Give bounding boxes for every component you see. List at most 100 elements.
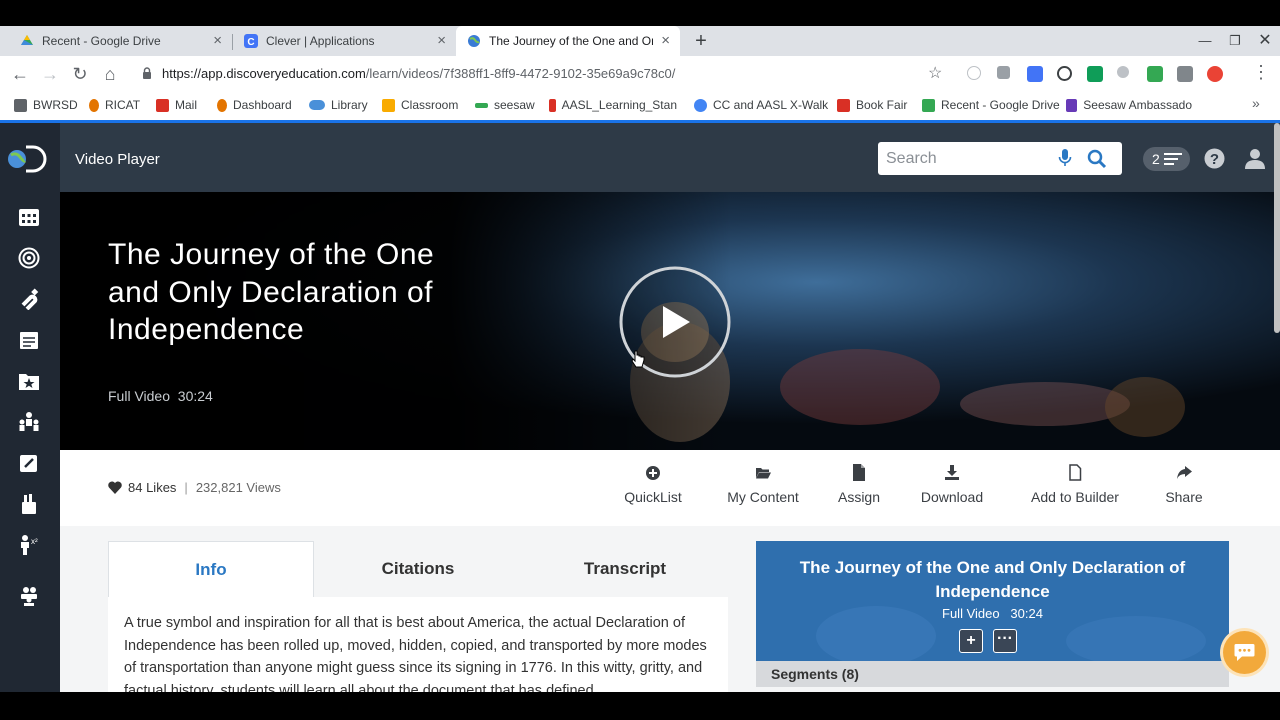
add-to-builder-button[interactable]: Add to Builder: [1020, 464, 1130, 505]
classroom-icon: [382, 98, 395, 112]
calendar-grid-icon[interactable]: [18, 206, 40, 228]
bookmark-dashboard[interactable]: Dashboard: [217, 97, 292, 113]
scholastic-icon: [837, 98, 850, 112]
close-tab-icon[interactable]: ×: [437, 32, 446, 49]
browser-tab-video[interactable]: The Journey of the One and Only ×: [456, 26, 680, 56]
forward-button[interactable]: →: [38, 62, 62, 86]
teacher-icon[interactable]: x²: [18, 534, 40, 556]
new-tab-button[interactable]: +: [692, 26, 710, 56]
video-duration: 30:24: [177, 388, 213, 404]
bookmark-label: Mail: [175, 98, 198, 112]
edit-square-icon[interactable]: [18, 452, 40, 474]
extension-puzzle-icon[interactable]: [1207, 66, 1223, 82]
extension-power-icon[interactable]: [1057, 66, 1072, 81]
my-list-button[interactable]: 2: [1143, 147, 1190, 171]
aasl-icon: [549, 98, 556, 112]
microphone-icon[interactable]: [1058, 149, 1072, 167]
google-icon: [694, 98, 707, 112]
page-title: Video Player: [75, 151, 160, 168]
action-label: Assign: [837, 489, 881, 505]
reload-button[interactable]: ↻: [68, 62, 92, 86]
close-tab-icon[interactable]: ×: [661, 32, 670, 49]
content-tabs: Info Citations Transcript: [108, 541, 728, 597]
card-title: The Journey of the One and Only Declarat…: [799, 558, 1186, 601]
bookmark-bwrsd[interactable]: BWRSD: [14, 97, 78, 113]
card-more-button[interactable]: ···: [993, 629, 1017, 653]
bookmark-label: AASL_Learning_Stan: [561, 98, 677, 112]
video-description: A true symbol and inspiration for all th…: [124, 615, 707, 692]
mouse-cursor-icon: [631, 350, 645, 368]
broadcast-icon[interactable]: [18, 247, 40, 269]
supplies-icon[interactable]: [18, 493, 40, 515]
bookmark-seesaw[interactable]: seesaw: [475, 97, 535, 113]
close-window-button[interactable]: ✕: [1250, 26, 1280, 56]
views-count: 232,821 Views: [195, 480, 281, 495]
gmail-icon: [156, 98, 169, 112]
svg-text:C: C: [247, 37, 254, 48]
bookmark-book-fair[interactable]: Book Fair: [837, 97, 907, 113]
bookmark-classroom[interactable]: Classroom: [382, 97, 458, 113]
extension-sheets-icon[interactable]: [1087, 66, 1103, 82]
close-tab-icon[interactable]: ×: [213, 32, 222, 49]
heart-icon[interactable]: [108, 481, 122, 494]
user-profile-icon[interactable]: [1244, 148, 1266, 170]
quicklist-button[interactable]: QuickList: [613, 464, 693, 505]
download-icon: [945, 465, 959, 480]
extension-circle-icon[interactable]: [1117, 66, 1129, 78]
folder-icon: [14, 98, 27, 112]
browser-tab-clever[interactable]: C Clever | Applications ×: [224, 26, 456, 56]
extension-clever-icon[interactable]: [1027, 66, 1043, 82]
stats: 84 Likes | 232,821 Views: [108, 480, 281, 495]
maximize-button[interactable]: ❐: [1220, 26, 1250, 56]
assign-button[interactable]: Assign: [829, 464, 889, 505]
extension-clock-icon[interactable]: [967, 66, 981, 80]
bookmark-mail[interactable]: Mail: [156, 97, 197, 113]
list-icon: [1164, 153, 1182, 165]
users-icon[interactable]: [18, 585, 40, 607]
google-drive-icon: [922, 98, 935, 112]
bookmark-aasl[interactable]: AASL_Learning_Stan: [549, 97, 677, 113]
browser-tab-google-drive[interactable]: Recent - Google Drive ×: [0, 26, 232, 56]
star-folder-icon[interactable]: [18, 370, 40, 392]
more-bookmarks-icon[interactable]: »: [1252, 95, 1260, 111]
chat-button[interactable]: [1223, 631, 1266, 674]
extension-layers-icon[interactable]: [997, 66, 1010, 79]
svg-text:?: ?: [1210, 151, 1219, 168]
url-text[interactable]: https://app.discoveryeducation.com/learn…: [162, 66, 675, 81]
discovery-logo-icon[interactable]: [7, 145, 47, 173]
page-scrollbar[interactable]: [1274, 123, 1280, 333]
extension-flag-icon[interactable]: [1177, 66, 1193, 82]
card-add-button[interactable]: +: [959, 629, 983, 653]
tab-info[interactable]: Info: [108, 541, 314, 597]
bottom-letterbox: [0, 692, 1280, 720]
bookmark-google-drive[interactable]: Recent - Google Drive: [922, 97, 1060, 113]
tab-transcript[interactable]: Transcript: [522, 541, 728, 597]
bookmark-ricat[interactable]: RICAT: [89, 97, 140, 113]
download-button[interactable]: Download: [911, 464, 993, 505]
group-icon[interactable]: [18, 411, 40, 433]
clever-icon: C: [244, 34, 258, 48]
video-type: Full Video: [108, 388, 171, 404]
help-icon[interactable]: ?: [1204, 148, 1225, 169]
extension-cast-icon[interactable]: [1147, 66, 1163, 82]
bookmark-label: Classroom: [401, 98, 459, 112]
share-button[interactable]: Share: [1158, 464, 1210, 505]
tab-citations[interactable]: Citations: [315, 541, 521, 597]
browser-menu-icon[interactable]: ⋮: [1252, 62, 1270, 83]
minimize-button[interactable]: —: [1190, 26, 1220, 56]
my-content-button[interactable]: My Content: [718, 464, 808, 505]
info-text-clip: A true symbol and inspiration for all th…: [108, 597, 728, 692]
home-button[interactable]: ⌂: [98, 62, 122, 86]
bookmark-cc-aasl[interactable]: CC and AASL X-Walk: [694, 97, 828, 113]
bookmark-star-icon[interactable]: ☆: [928, 63, 942, 83]
url-host: https://app.discoveryeducation.com: [162, 66, 366, 81]
notebook-icon[interactable]: [18, 329, 40, 351]
bookmark-library[interactable]: Library: [309, 97, 368, 113]
lock-icon[interactable]: [141, 67, 153, 79]
bookmark-label: Dashboard: [233, 98, 292, 112]
bookmark-label: seesaw: [494, 98, 535, 112]
bookmark-seesaw-ambassador[interactable]: Seesaw Ambassado: [1066, 97, 1192, 113]
search-icon[interactable]: [1087, 149, 1107, 169]
magnet-icon[interactable]: [18, 288, 40, 310]
back-button[interactable]: ←: [8, 62, 32, 86]
